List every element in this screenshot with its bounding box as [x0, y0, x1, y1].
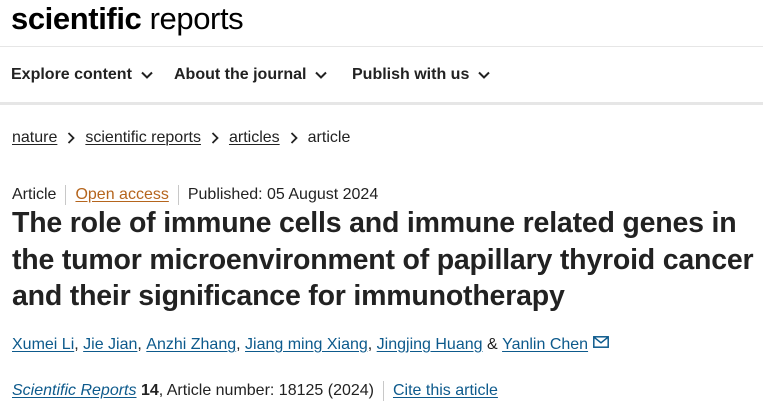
published-date: Published: 05 August 2024 — [187, 186, 379, 203]
author-link[interactable]: Jie Jian — [83, 336, 137, 354]
author-separator: , — [367, 336, 377, 353]
chevron-down-icon — [315, 71, 328, 79]
nav-label: Explore content — [11, 66, 132, 83]
site-header: scientific reports — [0, 0, 763, 47]
chevron-right-icon — [67, 132, 76, 144]
author-link[interactable]: Anzhi Zhang — [146, 336, 236, 354]
chevron-down-icon — [141, 71, 153, 79]
author-link[interactable]: Yanlin Chen — [502, 336, 588, 354]
chevron-right-icon — [211, 132, 219, 144]
author-separator: , — [74, 336, 84, 353]
meta-divider — [65, 185, 67, 205]
breadcrumb-link-articles[interactable]: articles — [229, 129, 280, 147]
author-and: & — [482, 336, 503, 353]
nav-label: About the journal — [174, 66, 307, 83]
volume-number: 14 — [140, 382, 159, 399]
nav-explore-content[interactable]: Explore content — [11, 66, 153, 84]
meta-divider — [177, 185, 179, 205]
site-logo[interactable]: scientific reports — [11, 1, 244, 37]
citation-line: Scientific Reports 14 , Article number: … — [12, 381, 498, 401]
article-type: Article — [12, 186, 57, 203]
breadcrumb-link-nature[interactable]: nature — [12, 129, 57, 147]
author-list: Xumei Li, Jie Jian, Anzhi Zhang, Jiang m… — [12, 336, 610, 354]
article-meta: Article Open access Published: 05 August… — [12, 185, 378, 205]
citation-divider — [382, 381, 384, 401]
cite-this-article-link[interactable]: Cite this article — [393, 382, 498, 400]
article-title: The role of immune cells and immune rela… — [12, 207, 754, 312]
chevron-down-icon — [478, 71, 491, 79]
author-separator: , — [236, 336, 246, 353]
main-nav: Explore content About the journal Publis… — [0, 47, 763, 105]
nav-about-journal[interactable]: About the journal — [174, 66, 328, 84]
breadcrumb-current: article — [307, 129, 351, 146]
breadcrumb-link-scientific-reports[interactable]: scientific reports — [85, 129, 201, 147]
journal-link[interactable]: Scientific Reports — [12, 382, 137, 400]
author-separator: , — [137, 336, 147, 353]
logo-light-text: reports — [141, 1, 244, 36]
article-number: , Article number: 18125 (2024) — [158, 382, 374, 399]
open-access-link[interactable]: Open access — [75, 186, 168, 204]
author-link[interactable]: Xumei Li — [12, 336, 74, 354]
author-link[interactable]: Jiang ming Xiang — [245, 336, 368, 354]
nav-label: Publish with us — [352, 66, 470, 83]
mail-icon[interactable] — [593, 336, 610, 348]
nav-publish-with-us[interactable]: Publish with us — [352, 66, 491, 84]
chevron-right-icon — [290, 132, 298, 144]
breadcrumb: nature scientific reports articles artic… — [12, 129, 350, 147]
logo-bold-text: scientific — [11, 1, 142, 36]
author-link[interactable]: Jingjing Huang — [377, 336, 483, 354]
